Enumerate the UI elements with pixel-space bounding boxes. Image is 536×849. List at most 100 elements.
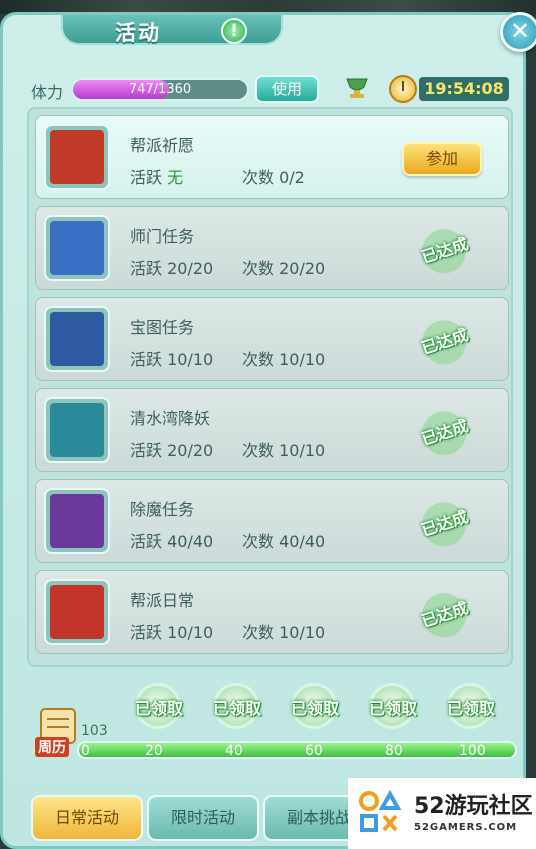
activity-portrait-icon — [44, 124, 110, 190]
activity-card[interactable]: 宝图任务 活跃 10/10 次数 10/10 已达成 — [35, 297, 509, 381]
activity-count: 次数 40/40 — [242, 528, 325, 552]
watermark-subtitle: 52GAMERS.COM — [414, 822, 518, 833]
portrait-image — [50, 312, 104, 366]
count-label: 次数 — [242, 441, 275, 460]
completed-stamp: 已达成 — [411, 226, 480, 276]
progress-tick-label: 100 — [459, 743, 486, 759]
activity-count: 次数 10/10 — [242, 619, 325, 643]
count-label: 次数 — [242, 350, 275, 369]
use-stamina-button[interactable]: 使用 — [255, 75, 319, 103]
count-label: 次数 — [242, 168, 275, 187]
count-value: 10/10 — [279, 441, 326, 460]
activity-name: 师门任务 — [130, 227, 195, 246]
stamina-bar: 747/1360 — [71, 78, 249, 101]
active-value: 10/10 — [167, 623, 214, 642]
stamina-label: 体力 — [31, 83, 64, 102]
reward-claimed-label: 已领取 — [446, 699, 495, 718]
activity-name: 帮派日常 — [130, 591, 195, 610]
portrait-image — [50, 585, 104, 639]
activity-name: 除魔任务 — [130, 500, 195, 519]
count-value: 10/10 — [279, 350, 326, 369]
progress-tick-label: 20 — [145, 743, 163, 759]
count-value: 20/20 — [279, 259, 326, 278]
count-value: 10/10 — [279, 623, 326, 642]
reward-claimed-label: 已领取 — [290, 699, 339, 718]
join-button[interactable]: 参加 — [402, 142, 482, 176]
active-label: 活跃 — [130, 532, 163, 551]
portrait-image — [50, 130, 104, 184]
count-value: 40/40 — [279, 532, 326, 551]
completed-stamp: 已达成 — [411, 499, 480, 549]
close-button[interactable]: ✕ — [500, 12, 536, 52]
stamina-value: 747/1360 — [128, 82, 192, 97]
reward-claimed-label: 已领取 — [212, 699, 261, 718]
activity-portrait-icon — [44, 397, 110, 463]
active-value: 无 — [167, 168, 184, 187]
weekly-points: 103 — [81, 723, 108, 739]
trophy-icon[interactable] — [343, 77, 371, 99]
progress-tick-label: 80 — [385, 743, 403, 759]
tab-limited[interactable]: 限时活动 — [147, 795, 259, 841]
activity-active: 活跃 无 — [130, 164, 183, 188]
activity-portrait-icon — [44, 579, 110, 645]
count-value: 0/2 — [279, 168, 305, 187]
clock-icon — [389, 75, 417, 103]
active-label: 活跃 — [130, 168, 163, 187]
portrait-image — [50, 403, 104, 457]
reward-claimed-label: 已领取 — [368, 699, 417, 718]
weekly-progress-bar: 0 20 40 60 80 100 — [77, 741, 517, 759]
weekly-label: 周历 — [35, 737, 69, 757]
count-label: 次数 — [242, 623, 275, 642]
active-value: 20/20 — [167, 259, 214, 278]
activity-count: 次数 20/20 — [242, 255, 325, 279]
portrait-image — [50, 494, 104, 548]
active-label: 活跃 — [130, 259, 163, 278]
activity-active: 活跃 10/10 — [130, 619, 213, 643]
activity-card[interactable]: 清水湾降妖 活跃 20/20 次数 10/10 已达成 — [35, 388, 509, 472]
active-label: 活跃 — [130, 350, 163, 369]
active-value: 10/10 — [167, 350, 214, 369]
activity-count: 次数 10/10 — [242, 437, 325, 461]
activity-count: 次数 10/10 — [242, 346, 325, 370]
active-label: 活跃 — [130, 623, 163, 642]
count-label: 次数 — [242, 259, 275, 278]
active-value: 20/20 — [167, 441, 214, 460]
watermark: 52游玩社区 52GAMERS.COM — [348, 778, 536, 849]
activity-portrait-icon — [44, 215, 110, 281]
count-label: 次数 — [242, 532, 275, 551]
watermark-logo-icon — [359, 790, 402, 832]
progress-tick-label: 40 — [225, 743, 243, 759]
completed-stamp: 已达成 — [411, 317, 480, 367]
weekly-rewards: 周历 103 0 20 40 60 80 100 已领取 已领取 已领取 已领取 已领取 — [27, 675, 517, 785]
server-time: 19:54:08 — [419, 77, 509, 101]
activity-count: 次数 0/2 — [242, 164, 305, 188]
completed-stamp: 已达成 — [411, 590, 480, 640]
activity-active: 活跃 20/20 — [130, 255, 213, 279]
tab-daily[interactable]: 日常活动 — [31, 795, 143, 841]
activity-name: 清水湾降妖 — [130, 409, 211, 428]
activity-active: 活跃 40/40 — [130, 528, 213, 552]
progress-tick-label: 0 — [81, 743, 90, 759]
activity-name: 宝图任务 — [130, 318, 195, 337]
activity-active: 活跃 10/10 — [130, 346, 213, 370]
portrait-image — [50, 221, 104, 275]
reward-claimed-label: 已领取 — [134, 699, 183, 718]
completed-stamp: 已达成 — [411, 408, 480, 458]
activity-portrait-icon — [44, 488, 110, 554]
activity-portrait-icon — [44, 306, 110, 372]
activity-active: 活跃 20/20 — [130, 437, 213, 461]
active-label: 活跃 — [130, 441, 163, 460]
active-value: 40/40 — [167, 532, 214, 551]
activity-panel: 活动 ! 体力 747/1360 使用 19:54:08 帮派祈愿 活跃 无 次… — [0, 12, 526, 849]
activity-list[interactable]: 帮派祈愿 活跃 无 次数 0/2 参加 师门任务 活跃 20/20 次数 20/… — [27, 107, 513, 667]
info-icon[interactable]: ! — [221, 18, 247, 44]
progress-tick-label: 60 — [305, 743, 323, 759]
activity-card[interactable]: 帮派日常 活跃 10/10 次数 10/10 已达成 — [35, 570, 509, 654]
watermark-title: 52游玩社区 — [414, 794, 533, 819]
activity-card[interactable]: 师门任务 活跃 20/20 次数 20/20 已达成 — [35, 206, 509, 290]
activity-name: 帮派祈愿 — [130, 136, 195, 155]
activity-card[interactable]: 帮派祈愿 活跃 无 次数 0/2 参加 — [35, 115, 509, 199]
panel-title: 活动 — [115, 21, 161, 45]
title-tab — [61, 15, 283, 45]
activity-card[interactable]: 除魔任务 活跃 40/40 次数 40/40 已达成 — [35, 479, 509, 563]
